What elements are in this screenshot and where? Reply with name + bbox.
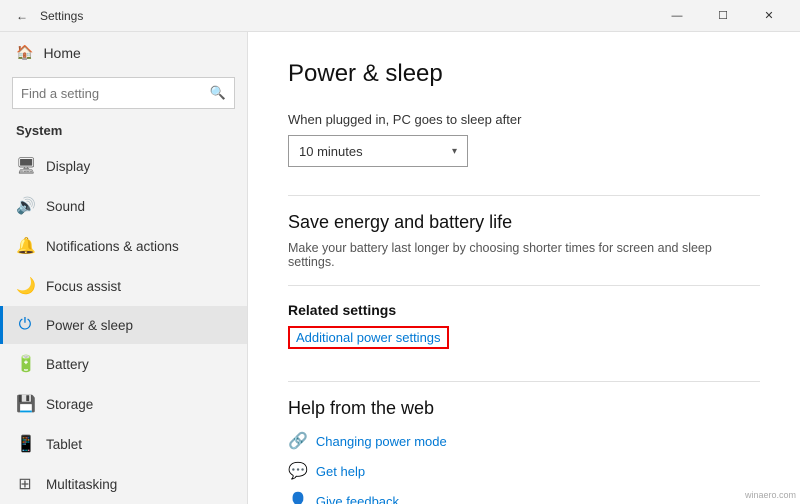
help-link2-label: Get help <box>316 464 365 479</box>
feedback-icon: 👤 <box>288 491 308 504</box>
help-link3-label: Give feedback <box>316 494 399 504</box>
sleep-setting-row: When plugged in, PC goes to sleep after … <box>288 112 760 167</box>
sidebar-item-display[interactable]: 🖥 Display <box>0 146 247 186</box>
help-link1-label: Changing power mode <box>316 434 447 449</box>
sidebar-item-notifications[interactable]: 🔔 Notifications & actions <box>0 226 247 266</box>
sound-icon: 🔊 <box>16 196 34 216</box>
save-energy-heading: Save energy and battery life <box>288 212 760 233</box>
tablet-icon: 📱 <box>16 434 34 454</box>
sidebar-item-focus[interactable]: 🌙 Focus assist <box>0 266 247 306</box>
sleep-value: 10 minutes <box>299 144 363 159</box>
divider2 <box>288 285 760 286</box>
display-icon: 🖥 <box>16 156 34 176</box>
back-button[interactable]: ← <box>8 2 36 30</box>
home-icon: 🏠 <box>16 44 33 61</box>
titlebar-title: Settings <box>40 9 83 23</box>
related-settings-heading: Related settings <box>288 302 760 318</box>
titlebar: ← Settings — ☐ ✕ <box>0 0 800 32</box>
changing-power-mode-link[interactable]: 🔗 Changing power mode <box>288 431 760 451</box>
focus-icon: 🌙 <box>16 276 34 296</box>
sidebar-item-battery[interactable]: 🔋 Battery <box>0 344 247 384</box>
search-box[interactable]: 🔍 <box>12 77 235 109</box>
maximize-button[interactable]: ☐ <box>700 0 746 32</box>
sleep-dropdown[interactable]: 10 minutes ▾ <box>288 135 468 167</box>
help-icon: 💬 <box>288 461 308 481</box>
notifications-icon: 🔔 <box>16 236 34 256</box>
chevron-down-icon: ▾ <box>452 146 457 157</box>
sidebar-item-label: Notifications & actions <box>46 239 179 254</box>
sidebar-section-title: System <box>0 119 247 146</box>
save-energy-desc: Make your battery last longer by choosin… <box>288 241 760 269</box>
multitasking-icon: ⊞ <box>16 474 34 494</box>
sidebar-item-storage[interactable]: 💾 Storage <box>0 384 247 424</box>
app-body: 🏠 Home 🔍 System 🖥 Display 🔊 Sound 🔔 Noti… <box>0 32 800 504</box>
minimize-button[interactable]: — <box>654 0 700 32</box>
sleep-label: When plugged in, PC goes to sleep after <box>288 112 760 127</box>
give-feedback-link[interactable]: 👤 Give feedback <box>288 491 760 504</box>
sidebar-item-power[interactable]: ⏻ Power & sleep <box>0 306 247 344</box>
sidebar-item-label: Multitasking <box>46 477 117 492</box>
storage-icon: 💾 <box>16 394 34 414</box>
sidebar-home-label: Home <box>43 45 80 61</box>
divider <box>288 195 760 196</box>
search-input[interactable] <box>21 86 204 101</box>
watermark: winaero.com <box>745 490 796 500</box>
power-icon: ⏻ <box>16 316 34 334</box>
battery-icon: 🔋 <box>16 354 34 374</box>
get-help-link[interactable]: 💬 Get help <box>288 461 760 481</box>
sidebar-item-label: Sound <box>46 199 85 214</box>
sidebar-item-label: Battery <box>46 357 89 372</box>
sidebar: 🏠 Home 🔍 System 🖥 Display 🔊 Sound 🔔 Noti… <box>0 32 248 504</box>
sidebar-item-label: Display <box>46 159 90 174</box>
sidebar-item-label: Focus assist <box>46 279 121 294</box>
sidebar-item-label: Tablet <box>46 437 82 452</box>
sidebar-item-home[interactable]: 🏠 Home <box>0 32 247 73</box>
sidebar-item-sound[interactable]: 🔊 Sound <box>0 186 247 226</box>
sidebar-item-label: Storage <box>46 397 93 412</box>
titlebar-controls: — ☐ ✕ <box>654 0 792 32</box>
divider3 <box>288 381 760 382</box>
help-heading: Help from the web <box>288 398 760 419</box>
main-content: Power & sleep When plugged in, PC goes t… <box>248 32 800 504</box>
link-icon: 🔗 <box>288 431 308 451</box>
search-icon: 🔍 <box>210 85 226 101</box>
sidebar-item-label: Power & sleep <box>46 318 133 333</box>
close-button[interactable]: ✕ <box>746 0 792 32</box>
sidebar-item-multitasking[interactable]: ⊞ Multitasking <box>0 464 247 504</box>
page-title: Power & sleep <box>288 60 760 88</box>
sidebar-item-tablet[interactable]: 📱 Tablet <box>0 424 247 464</box>
additional-power-settings-link[interactable]: Additional power settings <box>288 326 449 349</box>
